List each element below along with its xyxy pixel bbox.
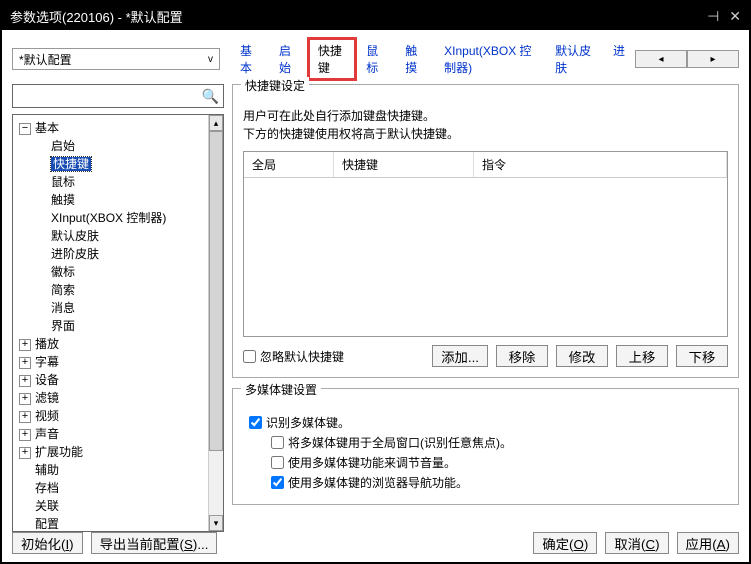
ignore-default-checkbox[interactable]: 忽略默认快捷键 <box>243 348 344 365</box>
tree-item[interactable]: 默认皮肤 <box>51 229 99 243</box>
checkbox-label: 使用多媒体键功能来调节音量。 <box>288 454 456 471</box>
tree-group[interactable]: 滤镜 <box>35 391 59 405</box>
chevron-down-icon: v <box>208 54 213 65</box>
tab-shortcuts[interactable]: 快捷键 <box>308 38 356 80</box>
tab-more[interactable]: 进 <box>603 38 635 80</box>
checkbox-label: 识别多媒体键。 <box>266 414 350 431</box>
col-command[interactable]: 指令 <box>474 152 727 177</box>
multimedia-group: 多媒体键设置 识别多媒体键。 将多媒体键用于全局窗口(识别任意焦点)。 使用多媒… <box>232 388 739 505</box>
expand-icon[interactable]: + <box>19 411 31 423</box>
tree-item[interactable]: 徽标 <box>51 265 75 279</box>
titlebar: 参数选项(220106) - *默认配置 ⊣ ✕ <box>2 2 749 30</box>
expand-icon[interactable]: + <box>19 375 31 387</box>
tree-item[interactable]: 触摸 <box>51 193 75 207</box>
close-icon[interactable]: ✕ <box>729 8 741 25</box>
tree-item[interactable]: XInput(XBOX 控制器) <box>51 211 166 225</box>
expand-icon[interactable]: + <box>19 339 31 351</box>
table-header: 全局 快捷键 指令 <box>244 152 727 178</box>
tree-group[interactable]: 设备 <box>35 373 59 387</box>
movedown-button[interactable]: 下移 <box>676 345 728 367</box>
tab-scroll-left[interactable]: ◂ <box>635 50 687 68</box>
tab-mouse[interactable]: 鼠标 <box>356 38 395 80</box>
config-select-value: *默认配置 <box>19 51 72 68</box>
tab-skin[interactable]: 默认皮肤 <box>545 38 603 80</box>
tree-group[interactable]: 声音 <box>35 427 59 441</box>
expand-icon[interactable]: + <box>19 429 31 441</box>
shortcut-group: 快捷键设定 用户可在此处自行添加键盘快捷键。 下方的快捷键使用权将高于默认快捷键… <box>232 84 739 378</box>
footer: 初始化(I) 导出当前配置(S)... 确定(O) 取消(C) 应用(A) <box>12 532 739 554</box>
tab-touch[interactable]: 触摸 <box>395 38 434 80</box>
shortcut-table[interactable]: 全局 快捷键 指令 <box>243 151 728 337</box>
window-title: 参数选项(220106) - *默认配置 <box>10 7 707 26</box>
window-buttons: ⊣ ✕ <box>707 8 741 25</box>
scroll-thumb[interactable] <box>209 131 223 451</box>
tree-group[interactable]: 关联 <box>35 499 59 513</box>
category-tree[interactable]: −基本 启始 快捷键 鼠标 触摸 XInput(XBOX 控制器) 默认皮肤 进… <box>12 114 224 532</box>
expand-icon[interactable]: + <box>19 393 31 405</box>
checkbox-label: 将多媒体键用于全局窗口(识别任意焦点)。 <box>288 434 512 451</box>
tree-item[interactable]: 消息 <box>51 301 75 315</box>
tree-item-shortcuts[interactable]: 快捷键 <box>51 157 91 171</box>
group-desc: 用户可在此处自行添加键盘快捷键。 下方的快捷键使用权将高于默认快捷键。 <box>243 107 728 143</box>
tree-item[interactable]: 进阶皮肤 <box>51 247 99 261</box>
tree-item[interactable]: 鼠标 <box>51 175 75 189</box>
apply-button[interactable]: 应用(A) <box>677 532 739 554</box>
group-title: 多媒体键设置 <box>241 381 321 398</box>
mm-recognize-checkbox[interactable]: 识别多媒体键。 <box>249 414 728 431</box>
desc-line: 用户可在此处自行添加键盘快捷键。 <box>243 107 728 125</box>
pin-icon[interactable]: ⊣ <box>707 8 719 25</box>
tab-basic[interactable]: 基本 <box>230 38 269 80</box>
search-input[interactable] <box>17 89 202 103</box>
scroll-up-icon[interactable]: ▴ <box>209 115 223 131</box>
tree-group[interactable]: 扩展功能 <box>35 445 83 459</box>
desc-line: 下方的快捷键使用权将高于默认快捷键。 <box>243 125 728 143</box>
checkbox-input[interactable] <box>271 476 284 489</box>
expand-icon[interactable]: + <box>19 447 31 459</box>
checkbox-input[interactable] <box>243 350 256 363</box>
tree-group[interactable]: 存档 <box>35 481 59 495</box>
tree-group[interactable]: 字幕 <box>35 355 59 369</box>
tab-scroll-right[interactable]: ▸ <box>687 50 739 68</box>
tree-scrollbar[interactable]: ▴ ▾ <box>208 115 223 531</box>
remove-button[interactable]: 移除 <box>496 345 548 367</box>
tree-group[interactable]: 辅助 <box>35 463 59 477</box>
mm-browser-checkbox[interactable]: 使用多媒体键的浏览器导航功能。 <box>271 474 728 491</box>
tabs: 基本 启始 快捷键 鼠标 触摸 XInput(XBOX 控制器) 默认皮肤 进 <box>230 38 635 80</box>
mm-volume-checkbox[interactable]: 使用多媒体键功能来调节音量。 <box>271 454 728 471</box>
init-button[interactable]: 初始化(I) <box>12 532 83 554</box>
tree-item[interactable]: 简索 <box>51 283 75 297</box>
tree-item[interactable]: 启始 <box>51 139 75 153</box>
cancel-button[interactable]: 取消(C) <box>605 532 668 554</box>
mm-global-checkbox[interactable]: 将多媒体键用于全局窗口(识别任意焦点)。 <box>271 434 728 451</box>
col-shortcut[interactable]: 快捷键 <box>334 152 474 177</box>
export-button[interactable]: 导出当前配置(S)... <box>91 532 218 554</box>
tree-group[interactable]: 配置 <box>35 517 59 531</box>
search-icon[interactable]: 🔍 <box>202 88 219 105</box>
scroll-down-icon[interactable]: ▾ <box>209 515 223 531</box>
tree-group[interactable]: 播放 <box>35 337 59 351</box>
checkbox-label: 忽略默认快捷键 <box>260 348 344 365</box>
checkbox-input[interactable] <box>249 416 262 429</box>
tree-root-basic[interactable]: 基本 <box>35 121 59 135</box>
ok-button[interactable]: 确定(O) <box>533 532 597 554</box>
search-box: 🔍 <box>12 84 224 108</box>
tab-start[interactable]: 启始 <box>269 38 308 80</box>
checkbox-label: 使用多媒体键的浏览器导航功能。 <box>288 474 468 491</box>
tree-item[interactable]: 界面 <box>51 319 75 333</box>
tree-group[interactable]: 视频 <box>35 409 59 423</box>
edit-button[interactable]: 修改 <box>556 345 608 367</box>
group-title: 快捷键设定 <box>241 77 309 94</box>
checkbox-input[interactable] <box>271 456 284 469</box>
tab-scroll: ◂ ▸ <box>635 50 739 68</box>
config-select[interactable]: *默认配置 v <box>12 48 220 70</box>
checkbox-input[interactable] <box>271 436 284 449</box>
expand-icon[interactable]: + <box>19 357 31 369</box>
add-button[interactable]: 添加... <box>432 345 488 367</box>
moveup-button[interactable]: 上移 <box>616 345 668 367</box>
collapse-icon[interactable]: − <box>19 123 31 135</box>
tab-xinput[interactable]: XInput(XBOX 控制器) <box>434 38 545 80</box>
col-global[interactable]: 全局 <box>244 152 334 177</box>
